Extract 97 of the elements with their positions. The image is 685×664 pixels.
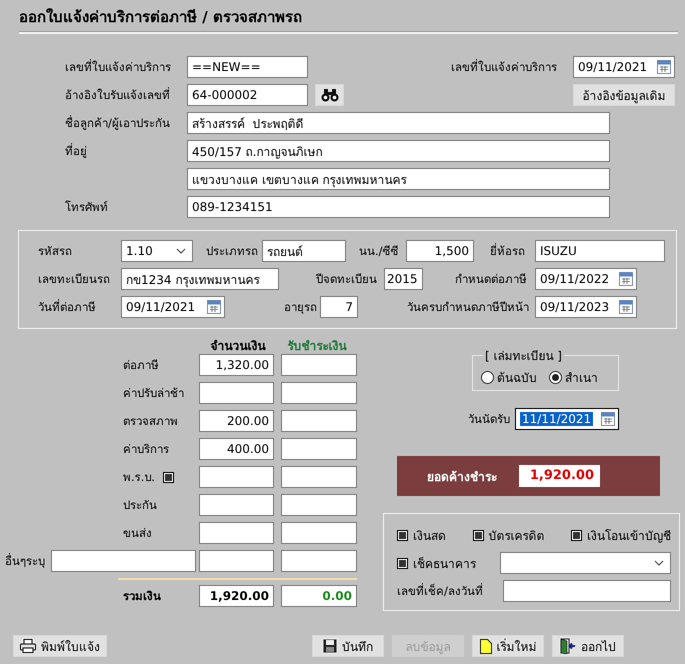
- checkbox[interactable]: เงินสด: [397, 526, 446, 544]
- field-label: เลขทะเบียนรถ: [38, 271, 111, 288]
- amount-field[interactable]: [199, 550, 274, 572]
- payment-field[interactable]: [281, 354, 357, 376]
- date-field[interactable]: 11/11/2021: [515, 408, 619, 430]
- field-label: เลขที่เช็ค/ลงวันที่: [397, 582, 484, 600]
- calendar-icon[interactable]: [207, 300, 221, 314]
- text-field[interactable]: 64-000002: [187, 84, 308, 106]
- text-field[interactable]: 1,500: [406, 240, 474, 262]
- radio-button[interactable]: ต้นฉบับ: [481, 368, 537, 387]
- column-header: รับชำระเงิน: [286, 338, 348, 355]
- text-field[interactable]: ==NEW==: [187, 56, 308, 78]
- field-label: กำหนดต่อภาษี: [455, 271, 528, 288]
- text-field[interactable]: 2015: [384, 268, 423, 290]
- calendar-icon[interactable]: [601, 412, 615, 426]
- field-label: ยี่ห้อรถ: [490, 242, 526, 260]
- reference-button[interactable]: อ้างอิงข้อมูลเดิม: [573, 84, 675, 106]
- checkbox[interactable]: บัตรเครดิต: [472, 526, 544, 544]
- search-button[interactable]: [315, 84, 344, 106]
- field-label: นน./ซีซี: [359, 243, 400, 260]
- field-label: ค่าปรับล่าช้า: [123, 385, 184, 402]
- date-field[interactable]: 09/11/2021: [121, 296, 225, 318]
- field-label: เลขที่ใบแจ้งค่าบริการ: [451, 58, 558, 76]
- print-button[interactable]: พิมพ์ใบแจ้ง: [13, 635, 107, 657]
- field-label: ประเภทรถ: [206, 243, 259, 260]
- balance-value: 1,920.00: [519, 465, 600, 487]
- group-legend: [ เล่มทะเบียน ]: [483, 346, 564, 365]
- payment-field[interactable]: [281, 550, 357, 572]
- field-label: ค่าบริการ: [123, 441, 169, 458]
- field-label: รหัสรถ: [38, 243, 73, 260]
- text-field[interactable]: 7: [320, 296, 358, 318]
- date-field[interactable]: 09/11/2021: [573, 56, 675, 78]
- column-header: จำนวนเงิน: [210, 338, 267, 355]
- field-label: เลขที่ใบแจ้งค่าบริการ: [65, 58, 172, 76]
- payment-field[interactable]: [281, 494, 357, 516]
- field-label: อ้างอิงใบรับแจ้งเลขที่: [65, 86, 171, 104]
- total-label: รวมเงิน: [123, 588, 161, 605]
- field-label: ต่อภาษี: [123, 357, 159, 374]
- calendar-icon[interactable]: [657, 60, 671, 74]
- checkbox[interactable]: เช็คธนาคาร: [397, 554, 500, 572]
- field-label: ที่อยู่: [65, 142, 88, 160]
- field-label: ชื่อลูกค้า/ผู้เอาประกัน: [65, 114, 171, 132]
- radio-button[interactable]: สำเนา: [549, 368, 598, 387]
- text-field[interactable]: 450/157 ถ.กาญจนภิเษก: [187, 140, 610, 162]
- text-field[interactable]: [502, 580, 671, 602]
- chevron-down-icon: [654, 560, 664, 566]
- chevron-down-icon: [176, 248, 186, 254]
- text-field[interactable]: สร้างสรรค์ ประพฤติดี: [187, 112, 610, 134]
- calendar-icon[interactable]: [619, 272, 633, 286]
- amount-field[interactable]: [199, 522, 274, 544]
- save-button[interactable]: บันทึก: [312, 635, 384, 657]
- payment-field[interactable]: [281, 382, 357, 404]
- binoculars-icon: [320, 88, 338, 102]
- document-icon: [480, 638, 492, 654]
- field-label: วันครบกำหนดภาษีปีหน้า: [407, 299, 530, 316]
- total-amount-field[interactable]: 1,920.00: [199, 585, 274, 607]
- payment-field[interactable]: [281, 438, 357, 460]
- printer-icon: [20, 639, 36, 653]
- field-label: ตรวจสภาพ: [123, 413, 178, 430]
- exit-door-icon: [560, 638, 576, 654]
- selected-text: 11/11/2021: [520, 412, 594, 426]
- window-title: ออกใบแจ้งค่าบริการต่อภาษี / ตรวจสภาพรถ: [18, 7, 303, 27]
- amount-field[interactable]: 1,320.00: [199, 354, 274, 376]
- amount-field[interactable]: [199, 382, 274, 404]
- text-field[interactable]: 089-1234151: [187, 196, 610, 218]
- field-label: อื่นๆระบุ: [5, 552, 46, 570]
- total-paid-field[interactable]: 0.00: [281, 585, 357, 607]
- amount-field[interactable]: [199, 466, 274, 488]
- payment-field[interactable]: [281, 410, 357, 432]
- field-label: โทรศัพท์: [65, 199, 109, 216]
- field-label: วันนัดรับ: [468, 411, 510, 428]
- payment-field[interactable]: [281, 466, 357, 488]
- date-field[interactable]: 09/11/2022: [535, 268, 637, 290]
- field-label: อายุรถ: [284, 299, 318, 316]
- text-field[interactable]: กข1234 กรุงเทพมหานคร: [121, 268, 279, 290]
- dropdown-field[interactable]: 1.10: [121, 240, 193, 262]
- amount-field[interactable]: [199, 494, 274, 516]
- field-label: ประกัน: [123, 497, 157, 514]
- field-label: ปีจดทะเบียน: [316, 271, 378, 288]
- dropdown-field[interactable]: [500, 552, 671, 574]
- field-label: พ.ร.บ.: [123, 469, 155, 486]
- new-button[interactable]: เริ่มใหม่: [472, 635, 544, 657]
- amount-field[interactable]: 400.00: [199, 438, 274, 460]
- text-field[interactable]: [51, 550, 196, 572]
- checkbox[interactable]: [162, 472, 174, 482]
- exit-button[interactable]: ออกไป: [552, 635, 624, 657]
- text-field[interactable]: รถยนต์: [262, 240, 346, 262]
- text-field[interactable]: แขวงบางแค เขตบางแค กรุงเทพมหานคร: [187, 168, 610, 190]
- payment-field[interactable]: [281, 522, 357, 544]
- calendar-icon[interactable]: [619, 300, 633, 314]
- date-field[interactable]: 09/11/2023: [535, 296, 637, 318]
- balance-label: ยอดค้างชำระ: [427, 468, 498, 486]
- text-field[interactable]: ISUZU: [535, 240, 665, 262]
- checkbox[interactable]: เงินโอนเข้าบัญชี: [571, 526, 671, 544]
- field-label: ขนส่ง: [123, 525, 152, 542]
- amount-field[interactable]: 200.00: [199, 410, 274, 432]
- field-label: วันที่ต่อภาษี: [38, 298, 97, 316]
